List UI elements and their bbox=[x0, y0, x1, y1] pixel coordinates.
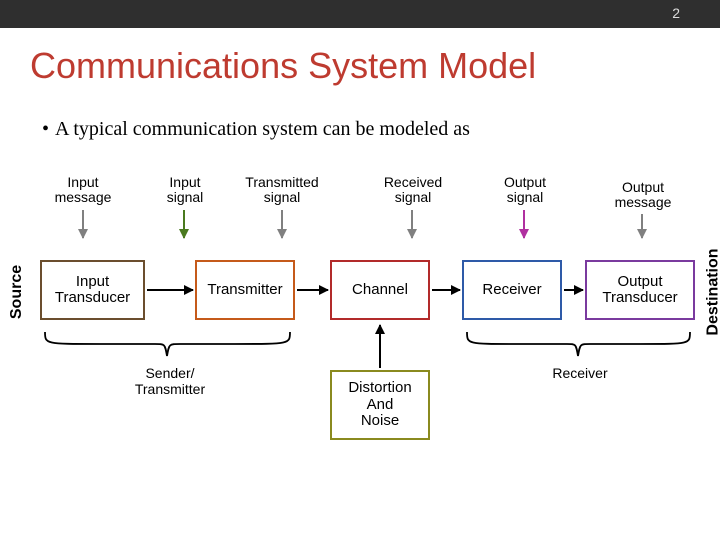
arrow-tx-to-channel bbox=[297, 289, 328, 291]
label-input-message: Inputmessage bbox=[38, 175, 128, 206]
label-received-signal: Receivedsignal bbox=[368, 175, 458, 206]
bullet-text: • A typical communication system can be m… bbox=[42, 118, 470, 141]
tick-input-signal bbox=[183, 210, 185, 238]
box-distortion-noise: DistortionAndNoise bbox=[330, 370, 430, 440]
label-destination: Destination bbox=[705, 248, 720, 335]
box-transmitter: Transmitter bbox=[195, 260, 295, 320]
tick-output-message bbox=[641, 214, 643, 238]
arrow-rx-to-output bbox=[564, 289, 583, 291]
arrow-noise-to-channel bbox=[379, 325, 381, 368]
arrow-input-to-tx bbox=[147, 289, 193, 291]
bullet-dot-icon: • bbox=[42, 118, 49, 140]
box-receiver: Receiver bbox=[462, 260, 562, 320]
box-input-transducer: InputTransducer bbox=[40, 260, 145, 320]
label-transmitted-signal: Transmittedsignal bbox=[232, 175, 332, 206]
slide-top-bar: 2 bbox=[0, 0, 720, 28]
brace-label-receiver: Receiver bbox=[530, 365, 630, 381]
label-output-signal: Outputsignal bbox=[480, 175, 570, 206]
brace-receiver-icon bbox=[462, 330, 695, 360]
box-output-transducer: OutputTransducer bbox=[585, 260, 695, 320]
tick-input-message bbox=[82, 210, 84, 238]
page-number: 2 bbox=[672, 5, 680, 21]
arrow-channel-to-rx bbox=[432, 289, 460, 291]
tick-transmitted bbox=[281, 210, 283, 238]
brace-label-sender: Sender/Transmitter bbox=[115, 365, 225, 397]
brace-sender-icon bbox=[40, 330, 295, 360]
tick-received bbox=[411, 210, 413, 238]
tick-output-signal bbox=[523, 210, 525, 238]
slide-title: Communications System Model bbox=[30, 45, 536, 87]
box-channel: Channel bbox=[330, 260, 430, 320]
label-input-signal: Inputsignal bbox=[140, 175, 230, 206]
label-source: Source bbox=[8, 265, 26, 319]
label-output-message: Outputmessage bbox=[598, 180, 688, 211]
bullet-content: A typical communication system can be mo… bbox=[55, 118, 470, 140]
